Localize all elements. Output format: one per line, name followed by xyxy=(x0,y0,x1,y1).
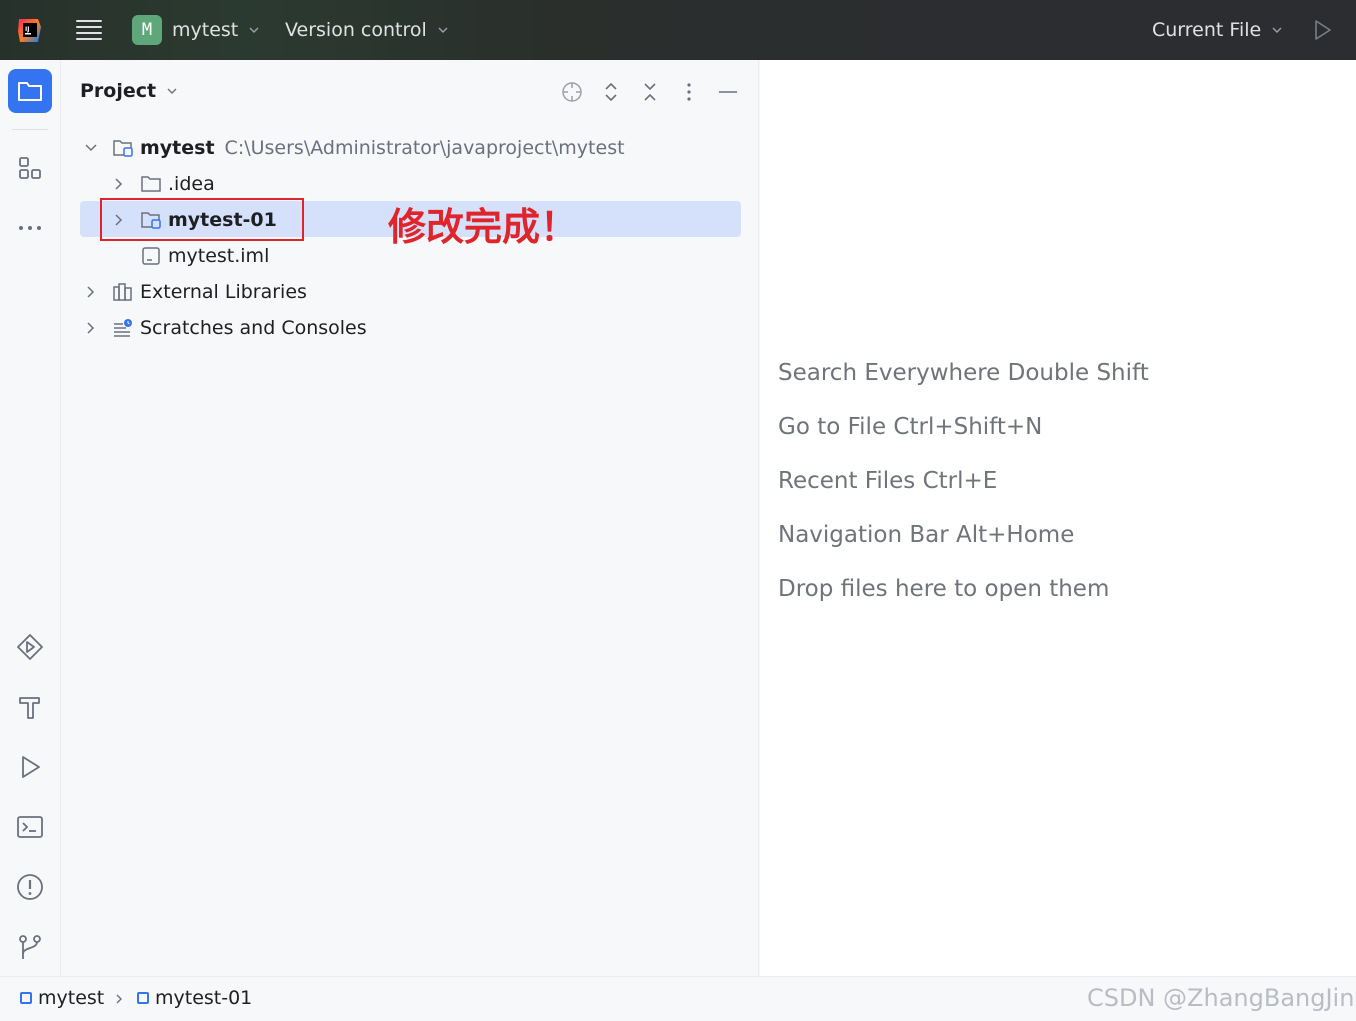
iml-file-icon xyxy=(142,247,160,265)
tree-node-idea[interactable]: .idea xyxy=(112,166,215,202)
chevron-down-icon xyxy=(438,27,448,33)
problems-tool-button[interactable] xyxy=(8,865,52,909)
breadcrumb-root[interactable]: mytest xyxy=(20,987,104,1009)
editor-empty-area[interactable]: Search Everywhere Double Shift Go to Fil… xyxy=(760,60,1356,976)
chevron-down-icon xyxy=(167,88,177,94)
tree-node-external-libraries[interactable]: External Libraries xyxy=(84,274,307,310)
title-bar: IJ M mytest Version control Current File xyxy=(0,0,1356,60)
vcs-widget[interactable]: Version control xyxy=(285,15,449,45)
hint-go-to-file: Go to File Ctrl+Shift+N xyxy=(778,414,1043,440)
highlight-box xyxy=(100,198,304,241)
services-tool-button[interactable] xyxy=(8,625,52,669)
chevron-down-icon[interactable] xyxy=(84,141,98,155)
chevron-right-icon[interactable] xyxy=(112,177,126,191)
problems-icon xyxy=(17,874,43,900)
terminal-icon xyxy=(17,816,43,838)
annotation-text: 修改完成！ xyxy=(388,205,579,249)
external-libraries-label: External Libraries xyxy=(140,281,307,303)
idea-folder-name: .idea xyxy=(168,173,215,195)
tree-node-root[interactable]: mytest C:\Users\Administrator\javaprojec… xyxy=(84,130,625,166)
chevron-down-icon xyxy=(249,27,259,33)
options-button[interactable] xyxy=(677,80,701,104)
chevron-right-icon xyxy=(116,994,122,1004)
run-tool-button[interactable] xyxy=(8,745,52,789)
minimize-icon xyxy=(719,91,737,93)
breadcrumb-module-label: mytest-01 xyxy=(155,987,253,1009)
module-folder-icon xyxy=(113,140,133,157)
watermark: CSDN @ZhangBangJin xyxy=(1087,984,1355,1012)
breadcrumb-root-label: mytest xyxy=(38,987,105,1009)
module-icon xyxy=(20,992,32,1004)
structure-icon xyxy=(19,157,41,179)
expand-all-button[interactable] xyxy=(599,80,623,104)
expand-all-icon xyxy=(605,82,617,102)
root-name: mytest xyxy=(140,137,215,159)
run-icon xyxy=(22,756,40,778)
run-config-widget[interactable]: Current File xyxy=(1152,15,1283,45)
library-icon xyxy=(113,283,132,301)
toolbar-separator xyxy=(12,129,48,130)
hint-recent-files: Recent Files Ctrl+E xyxy=(778,468,998,494)
left-tool-window-bar xyxy=(0,60,61,976)
folder-icon xyxy=(18,82,42,101)
module-icon xyxy=(137,992,149,1004)
terminal-tool-button[interactable] xyxy=(8,805,52,849)
vcs-label: Version control xyxy=(285,19,427,41)
chevron-down-icon xyxy=(1272,27,1282,33)
collapse-all-icon xyxy=(644,83,656,101)
hint-search-everywhere: Search Everywhere Double Shift xyxy=(778,360,1149,386)
git-branch-icon xyxy=(19,935,41,959)
breadcrumb-module[interactable]: mytest-01 xyxy=(137,987,252,1009)
project-name: mytest xyxy=(172,19,239,41)
folder-icon xyxy=(141,176,161,192)
scratches-icon xyxy=(114,319,132,337)
intellij-logo-icon[interactable]: IJ xyxy=(16,17,43,44)
git-tool-button[interactable] xyxy=(8,925,52,969)
svg-text:IJ: IJ xyxy=(25,26,29,33)
hide-panel-button[interactable] xyxy=(716,80,740,104)
locate-icon xyxy=(562,82,582,102)
hammer-icon xyxy=(19,697,40,719)
run-config-label: Current File xyxy=(1152,19,1262,41)
project-panel-header: Project xyxy=(62,60,759,124)
project-tool-window: Project mytest C:\Users\Administrator\ja… xyxy=(62,60,759,976)
build-tool-button[interactable] xyxy=(8,685,52,729)
hint-drop-files: Drop files here to open them xyxy=(778,576,1110,602)
project-widget[interactable]: M mytest xyxy=(132,15,260,45)
more-vertical-icon xyxy=(687,83,691,101)
panel-title: Project xyxy=(80,80,157,102)
scratches-label: Scratches and Consoles xyxy=(140,317,367,339)
tree-node-iml[interactable]: mytest.iml xyxy=(140,238,269,274)
root-path: C:\Users\Administrator\javaproject\mytes… xyxy=(224,137,625,159)
project-badge: M xyxy=(132,15,162,45)
tree-node-scratches[interactable]: Scratches and Consoles xyxy=(84,310,367,346)
main-menu-icon[interactable] xyxy=(76,18,102,42)
hint-navigation-bar: Navigation Bar Alt+Home xyxy=(778,522,1075,548)
iml-file-name: mytest.iml xyxy=(168,245,270,267)
structure-tool-button[interactable] xyxy=(8,146,52,190)
more-tools-button[interactable] xyxy=(8,206,52,250)
chevron-right-icon[interactable] xyxy=(84,321,98,335)
more-horizontal-icon xyxy=(19,226,41,230)
run-icon[interactable] xyxy=(1310,18,1334,42)
project-view-selector[interactable]: Project xyxy=(80,80,178,102)
select-opened-file-button[interactable] xyxy=(560,80,584,104)
collapse-all-button[interactable] xyxy=(638,80,662,104)
chevron-right-icon[interactable] xyxy=(84,285,98,299)
project-tool-button[interactable] xyxy=(8,69,52,113)
status-bar: mytest mytest-01 CSDN @ZhangBangJin xyxy=(0,976,1356,1021)
services-icon xyxy=(17,634,43,660)
